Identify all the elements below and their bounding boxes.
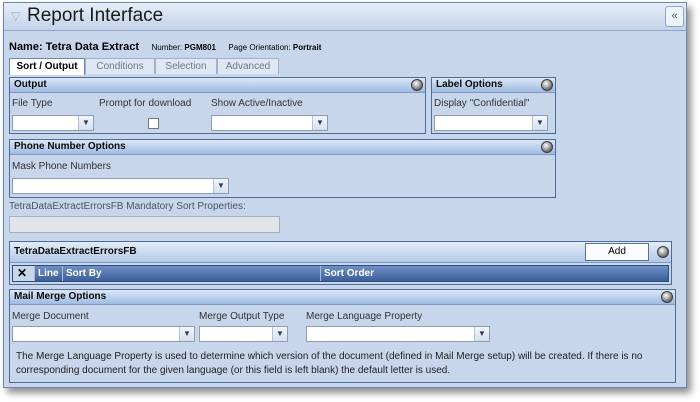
chevron-down-icon: ▼ xyxy=(532,116,547,130)
tab-selection[interactable]: Selection xyxy=(155,58,217,74)
column-sort-by[interactable]: Sort By xyxy=(62,266,320,281)
tab-advanced[interactable]: Advanced xyxy=(217,58,279,74)
page-orientation-value: Portrait xyxy=(292,43,322,52)
gear-icon[interactable] xyxy=(541,141,553,153)
tab-conditions[interactable]: Conditions xyxy=(85,58,155,74)
tab-sort-output[interactable]: Sort / Output xyxy=(9,58,85,75)
gear-icon[interactable] xyxy=(541,79,553,91)
gear-icon[interactable] xyxy=(661,291,673,303)
chevron-down-icon: ▼ xyxy=(78,116,93,130)
collapse-button[interactable]: « xyxy=(665,6,684,27)
display-confidential-label: Display "Confidential" xyxy=(434,98,530,109)
merge-document-select[interactable]: ▼ xyxy=(12,326,195,342)
sort-grid-panel: TetraDataExtractErrorsFB Add ✕ Line Sort… xyxy=(9,241,672,285)
title-bar: ▽ Report Interface « xyxy=(4,3,686,31)
chevron-down-icon: ▼ xyxy=(213,179,228,193)
mask-phone-select[interactable]: ▼ xyxy=(12,178,229,194)
merge-language-label: Merge Language Property xyxy=(306,311,423,322)
gear-icon[interactable] xyxy=(657,246,669,258)
show-active-label: Show Active/Inactive xyxy=(211,98,303,109)
add-button[interactable]: Add xyxy=(585,243,649,261)
report-name: Name: Tetra Data Extract xyxy=(9,41,140,53)
label-options-panel: Label Options Display "Confidential" ▼ xyxy=(431,77,556,134)
column-sort-order[interactable]: Sort Order xyxy=(320,266,668,281)
label-options-header: Label Options xyxy=(432,78,555,93)
report-info-bar: Name: Tetra Data Extract Number: PGM801 … xyxy=(9,37,321,53)
mail-merge-header: Mail Merge Options xyxy=(10,290,675,305)
merge-language-select[interactable]: ▼ xyxy=(306,326,490,342)
mandatory-sort-label: TetraDataExtractErrorsFB Mandatory Sort … xyxy=(9,201,246,212)
triangle-icon: ▽ xyxy=(11,9,21,23)
merge-language-note: The Merge Language Property is used to d… xyxy=(16,351,643,376)
display-confidential-select[interactable]: ▼ xyxy=(434,115,548,131)
output-panel-title: Output xyxy=(14,79,47,90)
report-number-label: Number: xyxy=(151,43,183,52)
prompt-download-label: Prompt for download xyxy=(99,98,192,109)
sort-grid-header: TetraDataExtractErrorsFB Add xyxy=(10,242,671,263)
output-panel-header: Output xyxy=(10,78,425,93)
merge-output-select[interactable]: ▼ xyxy=(199,326,288,342)
page-orientation-label: Page Orientation: xyxy=(228,43,291,52)
file-type-label: File Type xyxy=(12,98,53,109)
x-icon[interactable]: ✕ xyxy=(13,266,34,281)
show-active-select[interactable]: ▼ xyxy=(211,115,328,131)
chevron-down-icon: ▼ xyxy=(272,327,287,341)
chevron-down-icon: ▼ xyxy=(312,116,327,130)
mail-merge-title: Mail Merge Options xyxy=(14,291,107,302)
file-type-select[interactable]: ▼ xyxy=(12,115,94,131)
merge-output-label: Merge Output Type xyxy=(199,311,285,322)
chevron-down-icon: ▼ xyxy=(474,327,489,341)
mail-merge-panel: Mail Merge Options Merge Document ▼ Merg… xyxy=(9,289,676,383)
window-title: Report Interface xyxy=(27,5,164,26)
mandatory-sort-field xyxy=(9,216,280,233)
merge-document-label: Merge Document xyxy=(12,311,89,322)
phone-options-panel: Phone Number Options Mask Phone Numbers … xyxy=(9,139,556,198)
report-number: Number: PGM801 xyxy=(151,43,216,52)
chevron-down-icon: ▼ xyxy=(179,327,194,341)
mask-phone-label: Mask Phone Numbers xyxy=(12,161,111,172)
prompt-download-checkbox[interactable] xyxy=(148,118,159,129)
report-number-value: PGM801 xyxy=(184,43,216,52)
sort-grid-column-header: ✕ Line Sort By Sort Order xyxy=(12,265,669,282)
gear-icon[interactable] xyxy=(411,79,423,91)
report-interface-window: ▽ Report Interface « Name: Tetra Data Ex… xyxy=(3,2,687,388)
column-line[interactable]: Line xyxy=(34,266,62,281)
phone-options-header: Phone Number Options xyxy=(10,140,555,155)
sort-grid-title: TetraDataExtractErrorsFB xyxy=(14,246,137,257)
label-options-title: Label Options xyxy=(436,79,503,90)
output-panel: Output File Type ▼ Prompt for download S… xyxy=(9,77,426,134)
page-orientation: Page Orientation: Portrait xyxy=(228,43,321,52)
phone-options-title: Phone Number Options xyxy=(14,141,126,152)
